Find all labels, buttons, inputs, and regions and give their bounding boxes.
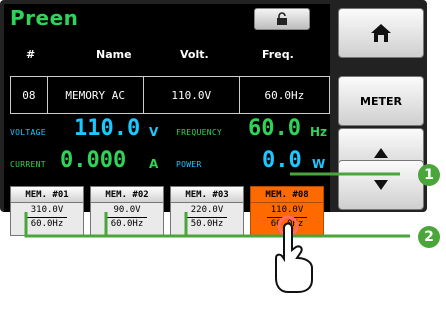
callout-lines — [24, 172, 410, 238]
callout-badge-2: 2 — [418, 226, 440, 248]
callout-badge-1: 1 — [418, 164, 440, 186]
hand-pointer-icon — [275, 215, 313, 293]
callout-line-2 — [24, 212, 410, 238]
